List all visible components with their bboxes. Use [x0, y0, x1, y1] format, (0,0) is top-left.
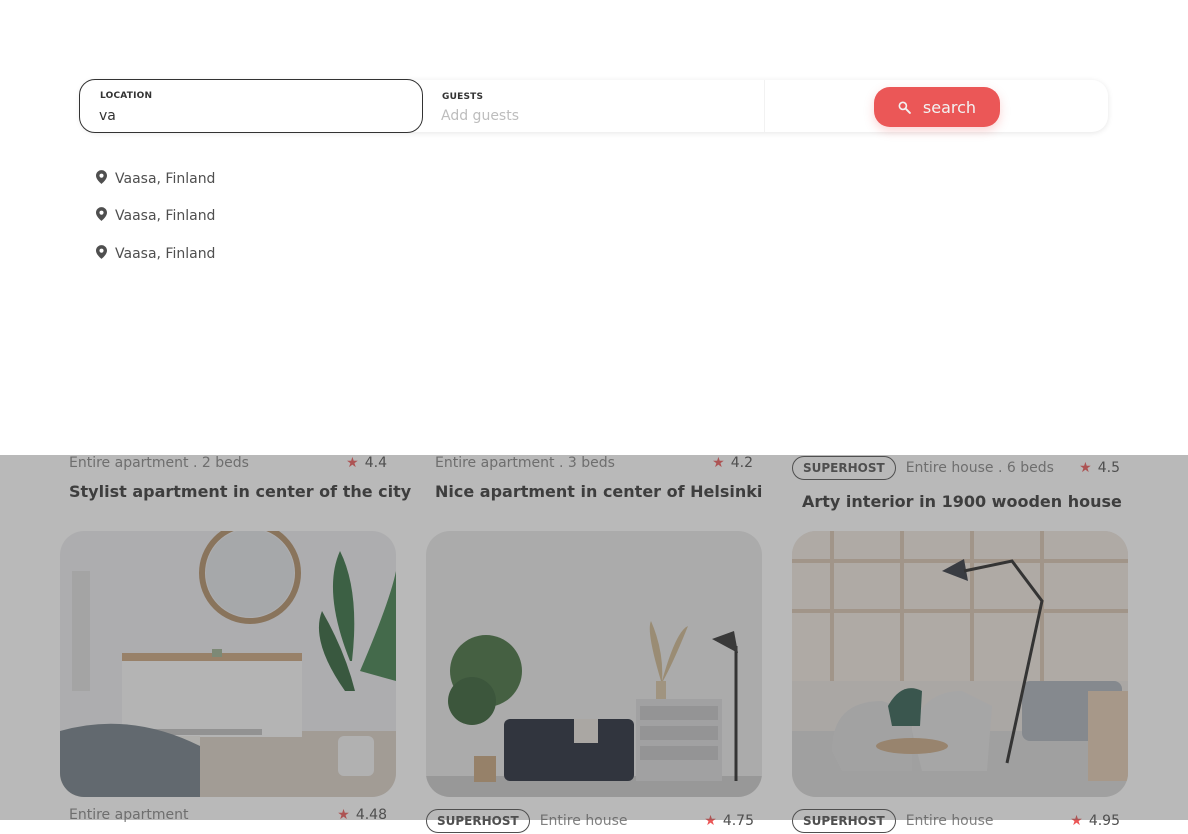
guests-field[interactable]: GUESTS — [422, 80, 765, 132]
location-field[interactable]: LOCATION — [79, 79, 423, 133]
guests-input[interactable] — [441, 107, 741, 125]
location-label: LOCATION — [100, 91, 153, 101]
suggestion-label: Vaasa, Finland — [115, 170, 216, 187]
search-button-label: search — [922, 97, 977, 117]
search-button[interactable]: search — [874, 87, 1000, 127]
guests-label: GUESTS — [442, 92, 484, 102]
location-suggestions: Vaasa, Finland Vaasa, Finland Vaasa, Fin… — [94, 160, 215, 273]
suggestion-item[interactable]: Vaasa, Finland — [94, 160, 215, 198]
suggestion-item[interactable]: Vaasa, Finland — [94, 198, 215, 236]
location-pin-icon — [94, 207, 108, 222]
suggestion-label: Vaasa, Finland — [115, 245, 216, 262]
location-pin-icon — [94, 169, 108, 184]
search-drawer: LOCATION GUESTS search Vaasa, Finland Va… — [0, 0, 1188, 455]
location-input[interactable] — [99, 107, 399, 125]
location-pin-icon — [94, 244, 108, 259]
search-bar: LOCATION GUESTS search — [79, 79, 1108, 133]
suggestion-item[interactable]: Vaasa, Finland — [94, 235, 215, 273]
search-icon — [898, 101, 911, 114]
suggestion-label: Vaasa, Finland — [115, 208, 216, 225]
